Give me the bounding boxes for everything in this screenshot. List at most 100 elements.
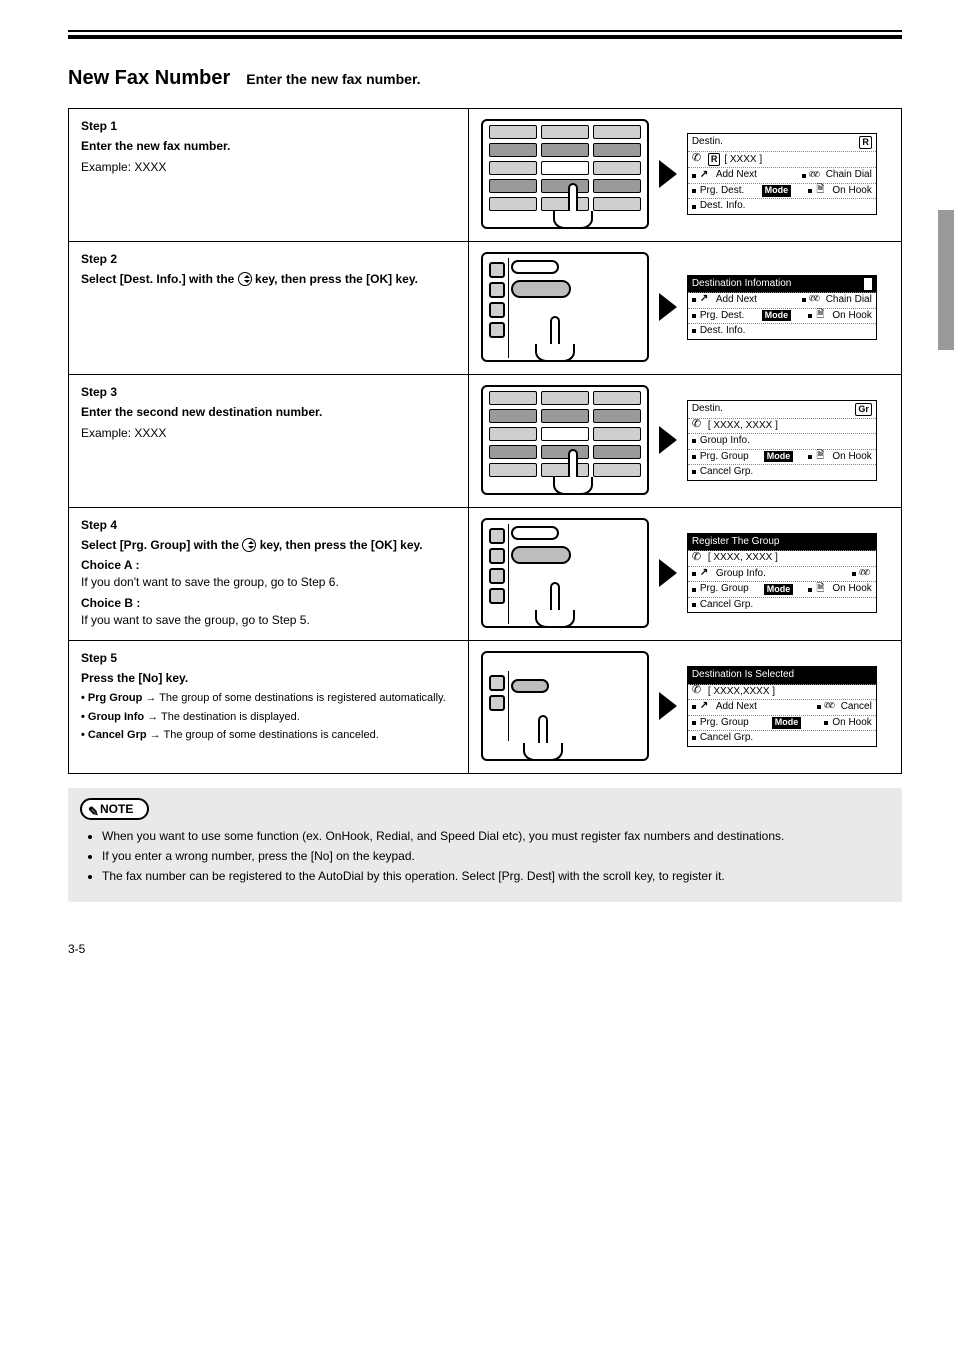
pencil-icon: ✎ [88,804,99,820]
note-item: The fax number can be registered to the … [102,868,890,885]
arrow-icon [700,701,712,713]
lcd-item: Prg. Group [700,451,749,464]
step1-right: Destin.R R[ XXXX ] Add NextChain Dial Pr… [468,109,901,242]
step-label: Step 1 [81,119,456,133]
lcd-item: On Hook [832,717,871,730]
lcd-title: Destination Infomation [692,278,792,291]
mode-chip: Mode [764,451,794,462]
text: Select [Dest. Info.] with the [81,272,238,286]
step-title: Select [Prg. Group] with the key, then p… [81,538,456,552]
note-item: When you want to use some function (ex. … [102,828,890,845]
cursor-icon [864,278,872,290]
panel-no-illustration [481,651,649,761]
lcd-title: Destin. [692,403,723,416]
step-label: Step 5 [81,651,456,665]
choice-label: Choice A : [81,558,139,572]
lcd-screen: Destination Is Selected [ XXXX,XXXX ] Ad… [687,666,877,747]
arrow-icon [700,294,712,306]
doc-icon [816,584,828,596]
phone-icon [692,686,704,698]
step3-right: Destin. Gr [ XXXX, XXXX ] Group Info. Prg… [468,375,901,508]
sub-text: → The destination is displayed. [147,711,300,723]
text: key, then press the [OK] key. [255,272,418,286]
step1-left: Step 1 Enter the new fax number. Example… [69,109,469,242]
side-tab [938,210,954,350]
step5-left: Step 5 Press the [No] key. • Prg Group →… [69,641,469,774]
panel-ok-illustration [481,518,649,628]
arrow-icon [659,293,677,321]
lcd-line: [ XXXX ] [724,154,762,167]
lcd-title: Destination Is Selected [692,669,794,682]
lcd-item: Cancel Grp. [700,466,753,479]
steps-table: Step 1 Enter the new fax number. Example… [68,108,902,774]
lcd-screen: Destin.R R[ XXXX ] Add NextChain Dial Pr… [687,133,877,215]
chain-icon [825,701,837,713]
lcd-item: Dest. Info. [700,200,746,213]
choice-label: Choice B : [81,596,140,610]
lcd-line: [ XXXX, XXXX ] [708,420,778,433]
lcd-item: Prg. Dest. [700,310,744,323]
arrow-icon [659,426,677,454]
lcd-item: Add Next [716,701,757,714]
lcd-item: Group Info. [700,435,750,448]
lcd-item: On Hook [832,185,871,198]
note-badge: ✎ NOTE [80,798,149,820]
lcd-screen: Register The Group [ XXXX, XXXX ] Group … [687,533,877,614]
lcd-screen: Destin. Gr [ XXXX, XXXX ] Group Info. Prg… [687,400,877,481]
lcd-item: Dest. Info. [700,325,746,338]
doc-icon [816,451,828,463]
choice-text: If you don't want to save the group, go … [81,574,456,590]
step3-left: Step 3 Enter the second new destination … [69,375,469,508]
step-title: Select [Dest. Info.] with the key, then … [81,272,456,286]
lcd-item: Cancel Grp. [700,732,753,745]
step-label: Step 4 [81,518,456,532]
step-body: Example: XXXX [81,159,456,175]
lcd-line: [ XXXX,XXXX ] [708,686,775,699]
scroll-icon [242,538,256,552]
lcd-item: On Hook [832,583,871,596]
lcd-item: Cancel Grp. [700,599,753,612]
lcd-item: On Hook [832,310,871,323]
step4-left: Step 4 Select [Prg. Group] with the key,… [69,508,469,641]
lcd-item: Prg. Group [700,717,749,730]
lcd-title: Destin. [692,136,723,149]
text: Select [Prg. Group] with the [81,538,242,552]
step2-right: Destination Infomation Add NextChain Dia… [468,242,901,375]
arrow-icon [700,568,712,580]
note-list: When you want to use some function (ex. … [80,828,890,884]
sub-text: → The group of some destinations is canc… [150,729,379,741]
badge-gr: Gr [855,403,872,416]
lcd-screen: Destination Infomation Add NextChain Dia… [687,275,877,340]
step2-left: Step 2 Select [Dest. Info.] with the key… [69,242,469,375]
lcd-line: [ XXXX, XXXX ] [708,552,778,565]
lcd-item: Cancel [841,701,872,714]
choice-text: If you want to save the group, go to Ste… [81,612,456,628]
phone-icon [692,553,704,565]
note-box: ✎ NOTE When you want to use some functio… [68,788,902,901]
lcd-item: Add Next [716,294,757,307]
note-label: NOTE [100,802,133,816]
step-title: Enter the new fax number. [81,139,456,153]
note-item: If you enter a wrong number, press the [… [102,848,890,865]
badge-r: R [859,136,872,149]
mode-chip: Mode [762,310,792,321]
sub-text: → The group of some destinations is regi… [145,692,445,704]
step-title: Press the [No] key. [81,671,456,685]
lcd-item: Group Info. [716,568,766,581]
step5-right: Destination Is Selected [ XXXX,XXXX ] Ad… [468,641,901,774]
lcd-title: Register The Group [692,536,780,549]
page-number: 3-5 [68,942,902,956]
phone-icon [692,154,704,166]
chain-icon [860,568,872,580]
lcd-item: Prg. Group [700,583,749,596]
sub-strong: • Group Info [81,711,147,723]
lcd-item: Prg. Dest. [700,185,744,198]
header-rule [68,30,902,39]
step-label: Step 2 [81,252,456,266]
mode-chip: Mode [772,717,802,728]
arrow-icon [659,559,677,587]
keypad-illustration [481,385,649,495]
step-body: Example: XXXX [81,425,456,441]
sub-strong: • Cancel Grp [81,729,150,741]
lcd-item: Add Next [716,169,757,182]
